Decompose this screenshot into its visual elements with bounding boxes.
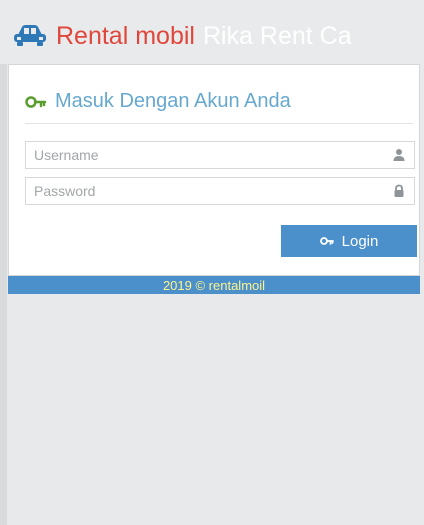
- login-page: Rental mobil Rika Rent Ca Masuk Dengan A…: [0, 0, 424, 525]
- header: Rental mobil Rika Rent Ca: [0, 0, 424, 64]
- username-field[interactable]: [25, 141, 415, 169]
- key-icon: [25, 94, 47, 110]
- footer-text: 2019 © rentalmoil: [162, 277, 266, 293]
- password-input[interactable]: [26, 178, 414, 204]
- login-button-label: Login: [341, 232, 379, 250]
- login-button[interactable]: Login: [281, 225, 417, 257]
- page-left-edge: [0, 0, 7, 525]
- password-field[interactable]: [25, 177, 415, 205]
- login-card: Masuk Dengan Akun Anda Username Login: [8, 64, 420, 276]
- lock-icon: [392, 184, 406, 198]
- car-icon: [12, 23, 48, 47]
- login-card-title-text: Masuk Dengan Akun Anda: [55, 90, 291, 112]
- brand-title-subtitle: Rika Rent Ca: [202, 21, 352, 50]
- brand-title-main: Rental mobil: [56, 21, 195, 50]
- username-input[interactable]: [26, 142, 414, 168]
- key-icon: [319, 235, 334, 247]
- title-divider: [25, 123, 413, 124]
- login-card-title: Masuk Dengan Akun Anda: [25, 91, 291, 111]
- user-icon: [392, 148, 406, 162]
- footer: 2019 © rentalmoil: [8, 276, 420, 294]
